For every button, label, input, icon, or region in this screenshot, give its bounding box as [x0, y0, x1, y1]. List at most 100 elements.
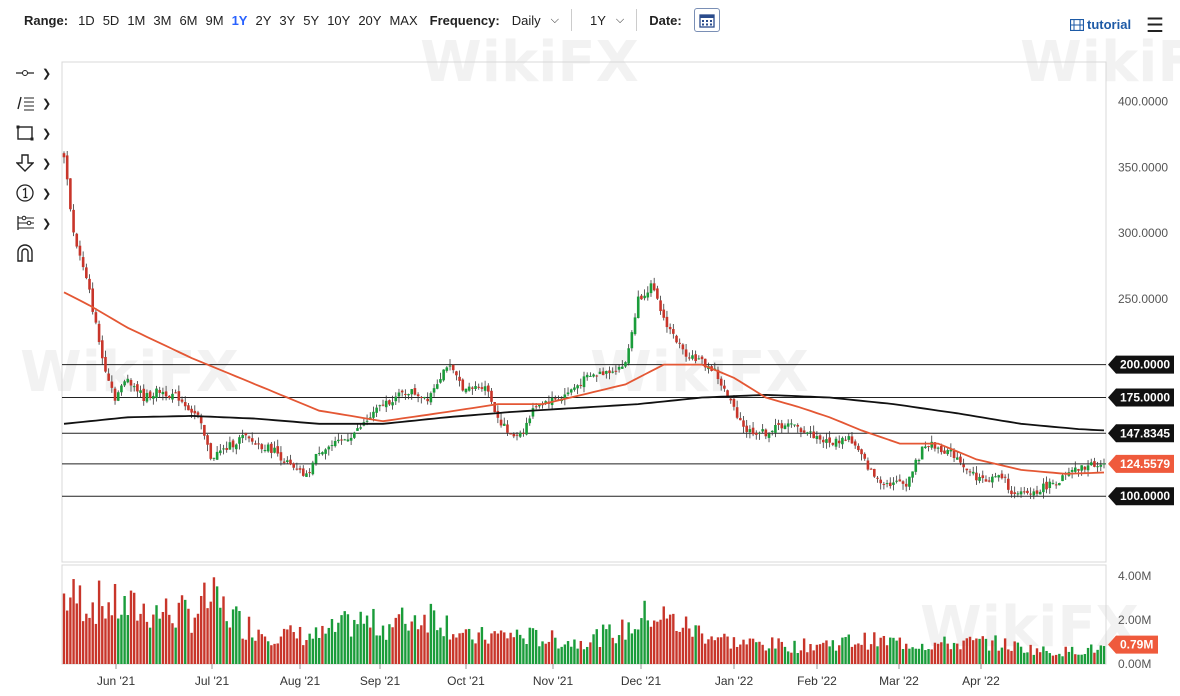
candle-body	[1058, 483, 1061, 486]
candle-body	[298, 468, 302, 470]
candle-body	[426, 398, 429, 402]
volume-bar	[1010, 650, 1013, 664]
volume-bar	[1035, 648, 1039, 664]
volume-bar	[863, 632, 866, 664]
range-button-3m[interactable]: 3M	[153, 13, 171, 28]
volume-bar	[1000, 647, 1004, 664]
volume-bar	[1058, 653, 1061, 664]
candle-body	[193, 410, 197, 414]
range-button-5y[interactable]: 5Y	[303, 13, 319, 28]
volume-bar	[643, 600, 646, 664]
x-axis-label: Dec '21	[621, 674, 662, 688]
range-button-max[interactable]: MAX	[389, 13, 417, 28]
tool-arrow[interactable]: ❯	[16, 148, 58, 178]
price-pane-border	[61, 61, 1107, 563]
volume-bar	[691, 636, 694, 664]
volume-bar	[276, 643, 279, 664]
volume-bar	[292, 632, 295, 664]
range-button-1d[interactable]: 1D	[78, 13, 95, 28]
volume-bar	[1013, 641, 1016, 664]
candle-body	[219, 450, 222, 454]
level-price-label: 147.8345	[1120, 426, 1170, 440]
candle-body	[585, 374, 589, 378]
tool-marker[interactable]: ❯	[16, 178, 58, 208]
frequency-dropdown[interactable]: Daily ⌵	[512, 13, 559, 28]
range-button-9m[interactable]: 9M	[206, 13, 224, 28]
level-price-label: 100.0000	[1120, 489, 1170, 503]
candle-body	[110, 381, 114, 388]
candle-body	[595, 375, 599, 377]
volume-bar	[235, 606, 238, 664]
range-button-10y[interactable]: 10Y	[327, 13, 350, 28]
chart-toolbar: Range: 1D 5D 1M 3M 6M 9M 1Y 2Y 3Y 5Y 10Y 20Y MAX Fre…	[0, 0, 1180, 40]
candle-body	[700, 356, 704, 360]
candle-body	[997, 475, 1001, 478]
volume-bar	[675, 630, 678, 664]
range-button-5d[interactable]: 5D	[103, 13, 120, 28]
volume-bar	[818, 644, 822, 664]
candle-body	[451, 364, 455, 371]
volume-bar	[356, 624, 359, 664]
volume-bar	[385, 639, 388, 664]
candle-body	[697, 358, 701, 360]
volume-bar	[231, 609, 235, 664]
range-button-1y[interactable]: 1Y	[232, 13, 248, 28]
volume-bar	[496, 633, 500, 664]
candle-body	[490, 390, 493, 402]
volume-bar	[853, 644, 857, 664]
volume-bar	[525, 644, 528, 664]
volume-bar	[164, 598, 168, 664]
candle-body	[962, 464, 965, 468]
volume-bar	[812, 650, 815, 664]
candle-body	[959, 456, 962, 463]
candle-body	[65, 155, 69, 180]
volume-bar	[646, 620, 650, 664]
range-button-3y[interactable]: 3Y	[279, 13, 295, 28]
candle-body	[116, 392, 120, 401]
candle-body	[920, 446, 924, 460]
candle-body	[1045, 481, 1048, 490]
volume-bar	[538, 646, 541, 664]
range-button-1m[interactable]: 1M	[127, 13, 145, 28]
candle-body	[904, 483, 908, 487]
candle-body	[675, 335, 678, 343]
candle-body	[940, 445, 943, 453]
volume-bar	[786, 651, 790, 664]
period-dropdown[interactable]: 1Y ⌵	[590, 13, 624, 28]
volume-bar	[397, 614, 401, 664]
volume-bar	[321, 625, 324, 664]
volume-bar	[652, 620, 656, 664]
tool-fib[interactable]: ❯	[16, 208, 58, 238]
candle-body	[611, 371, 615, 373]
candle-body	[1099, 464, 1103, 467]
hamburger-menu-icon[interactable]: ☰	[1146, 13, 1164, 38]
level-price-label: 200.0000	[1120, 358, 1170, 372]
candle-body	[228, 442, 232, 450]
tutorial-link[interactable]: tutorial	[1070, 17, 1131, 32]
candle-body	[238, 437, 241, 444]
range-button-6m[interactable]: 6M	[179, 13, 197, 28]
candle-body	[952, 450, 956, 459]
volume-bar	[1077, 654, 1080, 664]
volume-bar	[257, 629, 260, 664]
candle-body	[139, 390, 142, 393]
range-button-20y[interactable]: 20Y	[358, 13, 381, 28]
range-button-2y[interactable]: 2Y	[255, 13, 271, 28]
candle-body	[333, 440, 337, 447]
candle-body	[911, 471, 914, 478]
volume-bar	[764, 650, 768, 664]
volume-bar	[796, 653, 799, 664]
volume-bar	[72, 579, 75, 664]
tool-crosshair[interactable]: ❯	[16, 58, 58, 88]
candle-body	[397, 392, 401, 397]
candle-body	[640, 295, 643, 300]
candle-body	[423, 396, 426, 399]
volume-bar	[1070, 646, 1074, 664]
volume-bar	[713, 640, 716, 664]
tool-trend-line[interactable]: ❯	[16, 88, 58, 118]
volume-bar	[1054, 654, 1058, 664]
tool-rectangle[interactable]: ❯	[16, 118, 58, 148]
price-chart[interactable]: 400.0000 350.0000 300.0000 250.0000 200.0000…	[0, 0, 1180, 696]
tool-magnet[interactable]	[16, 238, 58, 268]
date-picker-button[interactable]	[693, 8, 720, 32]
